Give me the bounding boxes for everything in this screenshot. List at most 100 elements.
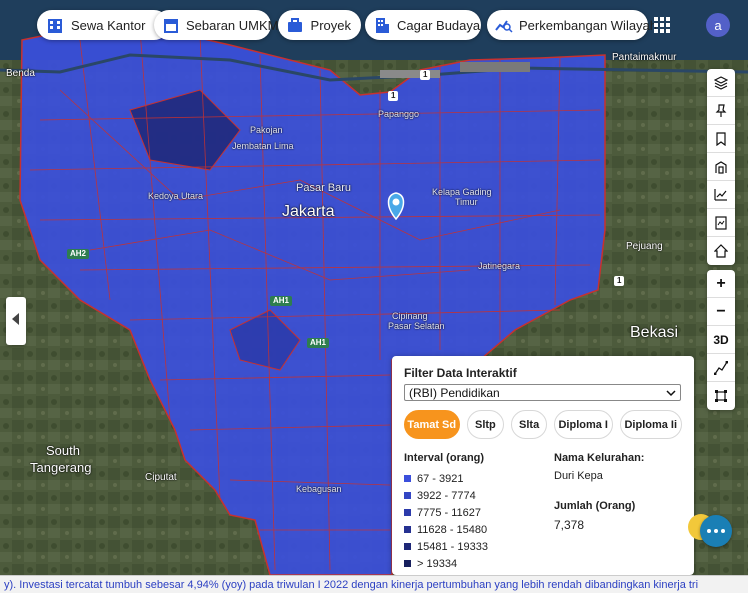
news-ticker[interactable]: y). Investasi tercatat tumbuh sebesar 4,… [0,575,748,593]
map-label-kebagusan: Kebagusan [296,484,342,494]
filter-panel: Filter Data Interaktif (RBI) Pendidikan … [392,356,694,575]
legend-item: > 19334 [404,555,554,572]
legend-swatch [404,509,411,516]
map-controls: + − 3D [707,270,735,410]
legend-label: 3922 - 7774 [417,489,476,502]
nav-label: Proyek [310,17,351,33]
jumlah-heading: Jumlah (Orang) [554,500,636,512]
road-badge: AH1 [307,338,330,348]
nav-proyek-button[interactable]: Proyek [278,10,361,40]
map-toolbar [707,69,735,265]
kelurahan-heading: Nama Kelurahan: [554,452,645,464]
legend-item: 11628 - 15480 [404,521,554,538]
chevron-left-icon [12,312,20,330]
legend: Interval (orang) 67 - 3921 3922 - 7774 7… [404,452,554,572]
legend-swatch [404,526,411,533]
map-label-kelapa-gading: Kelapa Gading [432,187,492,197]
legend-item: 3922 - 7774 [404,487,554,504]
legend-label: > 19334 [417,557,458,570]
selection-info: Nama Kelurahan: Duri Kepa Jumlah (Orang)… [554,452,682,572]
map-label-pasar-selatan: Pasar Selatan [388,321,445,331]
map-label-pakojan: Pakojan [250,125,283,135]
chip-sltp[interactable]: Sltp [466,410,505,439]
view-3d-button[interactable]: 3D [707,326,735,354]
legend-label: 11628 - 15480 [417,523,488,536]
map-label-jakarta: Jakarta [282,203,335,220]
nav-label: Perkembangan Wilayah [519,17,658,33]
zoom-out-button[interactable]: − [707,298,735,326]
dataset-select[interactable]: (RBI) Pendidikan [404,384,681,401]
nav-cagar-budaya-button[interactable]: Cagar Budaya [365,10,481,40]
sidebar-toggle-button[interactable] [6,297,26,345]
legend-swatch [404,492,411,499]
heritage-building-icon [373,16,391,34]
chip-tamat-sd[interactable]: Tamat Sd [404,410,460,439]
nav-perkembangan-wilayah-button[interactable]: Perkembangan Wilayah [487,10,657,40]
map-label-south: South [46,443,80,458]
road-badge: AH1 [270,296,293,306]
zoom-in-button[interactable]: + [707,270,735,298]
pin-icon[interactable] [707,97,735,125]
chat-bubble-icon[interactable] [700,515,732,547]
nav-sewa-kantor-button[interactable]: Sewa Kantor [37,10,169,40]
map-label-ciputat: Ciputat [145,472,177,483]
briefcase-icon [286,16,305,34]
line-chart-icon[interactable] [707,181,735,209]
legend-heading: Interval (orang) [404,452,485,464]
jumlah-value: 7,378 [554,518,585,532]
nav-label: Sebaran UMKM [186,17,279,33]
measure-path-icon[interactable] [707,354,735,382]
map-label-papanggo: Papanggo [378,109,420,119]
legend-swatch [404,543,411,550]
chip-slta[interactable]: Slta [511,410,547,439]
map-label-pantaimakmur: Pantaimakmur [612,52,677,63]
bookmark-icon[interactable] [707,125,735,153]
map-label-pasar-baru: Pasar Baru [296,182,352,194]
map-label-kedoya: Kedoya Utara [148,191,204,201]
legend-swatch [404,560,411,567]
avatar[interactable]: a [706,13,730,37]
image-download-icon[interactable] [707,209,735,237]
zoom-in-label: + [716,274,726,292]
map-label-tangerang: Tangerang [30,460,92,475]
road-badge: 1 [614,276,625,286]
nav-label: Cagar Budaya [397,17,481,33]
map-label-timur: Timur [455,197,478,207]
map-label-bekasi: Bekasi [630,324,679,341]
filter-panel-title: Filter Data Interaktif [404,366,517,380]
legend-item: 7775 - 11627 [404,504,554,521]
chart-search-icon [495,16,513,34]
layers-icon[interactable] [707,69,735,97]
dataset-select-value: (RBI) Pendidikan [409,385,500,400]
map-label-pejuang: Pejuang [626,241,663,252]
legend-item: 15481 - 19333 [404,538,554,555]
port-structure [380,70,440,78]
kelurahan-value: Duri Kepa [554,470,603,482]
office-building-icon [45,16,65,34]
map-label-benda: Benda [6,68,35,79]
map-label-cipinang: Cipinang [392,311,428,321]
map-label-jembatan-lima: Jembatan Lima [232,141,294,151]
legend-swatch [404,475,411,482]
chevron-down-icon [666,386,676,400]
chip-diploma-ii[interactable]: Diploma Ii [619,410,682,439]
home-icon[interactable] [707,237,735,265]
zoom-out-label: − [716,302,726,320]
building-icon[interactable] [707,153,735,181]
map-label-jatinegara: Jatinegara [478,261,521,271]
legend-label: 67 - 3921 [417,472,464,485]
legend-label: 15481 - 19333 [417,540,488,553]
apps-grid-icon[interactable] [654,17,670,33]
road-badge: AH2 [67,249,90,259]
nav-label: Sewa Kantor [71,17,146,33]
chip-diploma-i[interactable]: Diploma I [553,410,613,439]
nav-sebaran-umkm-button[interactable]: Sebaran UMKM [154,10,278,40]
polygon-select-icon[interactable] [707,382,735,410]
filter-chips: Tamat Sd Sltp Slta Diploma I Diploma Ii [404,410,682,439]
view-3d-label: 3D [713,332,729,347]
port-structure [460,62,530,72]
legend-item: 67 - 3921 [404,470,554,487]
legend-label: 7775 - 11627 [417,506,482,519]
road-badge: 1 [420,70,431,80]
road-badge: 1 [388,91,399,101]
